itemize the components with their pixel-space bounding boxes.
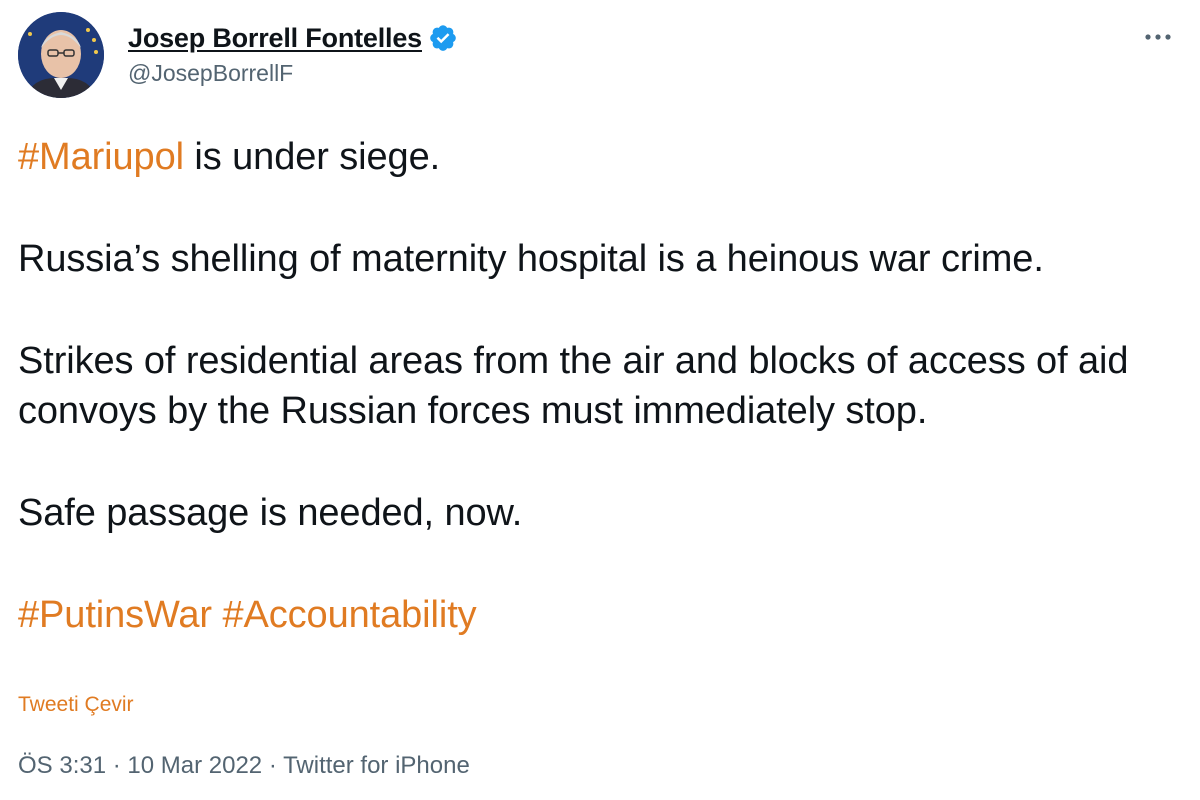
- author-display-name[interactable]: Josep Borrell Fontelles: [128, 23, 422, 54]
- avatar[interactable]: [18, 12, 104, 98]
- hashtag-accountability[interactable]: #Accountability: [222, 594, 476, 636]
- tweet-paragraph-2: Russia’s shelling of maternity hospital …: [18, 238, 1044, 280]
- verified-badge-icon: [430, 25, 456, 51]
- more-options-button[interactable]: [1138, 22, 1178, 52]
- tweet-date[interactable]: 10 Mar 2022: [127, 752, 262, 779]
- tweet-header: Josep Borrell Fontelles @JosepBorrellF: [18, 12, 1182, 102]
- tweet-paragraph-1-text: is under siege.: [183, 136, 441, 178]
- tweet-meta: ÖS 3:31 · 10 Mar 2022 · Twitter for iPho…: [18, 752, 470, 780]
- tweet-paragraph-3: Strikes of residential areas from the ai…: [18, 340, 1129, 432]
- name-row: Josep Borrell Fontelles: [128, 20, 458, 56]
- hashtag-putinswar[interactable]: #PutinsWar: [18, 594, 212, 636]
- translate-tweet-link[interactable]: Tweeti Çevir: [18, 693, 134, 717]
- more-dots-icon: [1145, 34, 1171, 40]
- avatar-image: [18, 12, 104, 98]
- meta-separator: ·: [106, 752, 128, 779]
- author-handle[interactable]: @JosepBorrellF: [128, 60, 458, 87]
- author-block: Josep Borrell Fontelles @JosepBorrellF: [128, 20, 458, 87]
- tweet-hashtags: #PutinsWar #Accountability: [18, 590, 1188, 640]
- tweet-source[interactable]: Twitter for iPhone: [283, 752, 470, 779]
- tweet-time[interactable]: ÖS 3:31: [18, 752, 106, 779]
- tweet-paragraph-1: #Mariupol is under siege.: [18, 132, 1188, 182]
- meta-separator: ·: [262, 752, 284, 779]
- tweet-paragraph-4: Safe passage is needed, now.: [18, 492, 523, 534]
- tweet-body: #Mariupol is under siege. Russia’s shell…: [18, 132, 1188, 692]
- hashtag-mariupol[interactable]: #Mariupol: [18, 136, 184, 178]
